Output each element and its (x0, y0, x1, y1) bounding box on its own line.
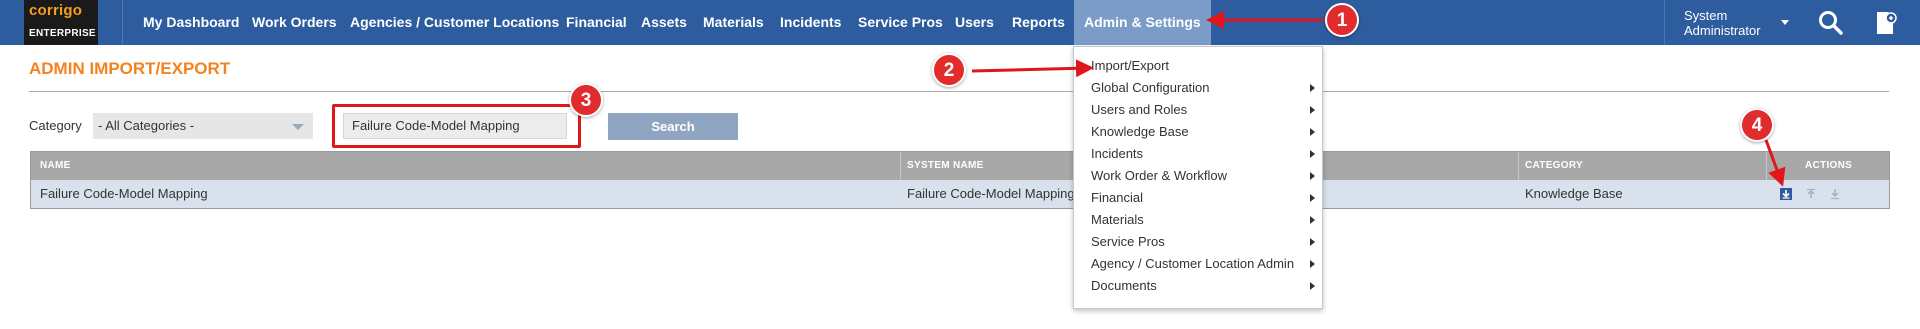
annotation-highlight-box (332, 104, 581, 148)
corrigo-logo[interactable]: corrigo ENTERPRISE (24, 0, 98, 45)
menu-item-label: Service Pros (1091, 234, 1165, 249)
menu-item-label: Global Configuration (1091, 80, 1210, 95)
chevron-right-icon (1310, 172, 1315, 180)
chevron-right-icon (1310, 150, 1315, 158)
nav-admin-settings[interactable]: Admin & Settings (1074, 0, 1211, 45)
category-select-value: - All Categories - (98, 118, 195, 133)
menu-item-label: Financial (1091, 190, 1144, 205)
menu-item-label: Documents (1091, 278, 1157, 293)
download-icon[interactable] (1829, 188, 1841, 200)
category-select[interactable]: - All Categories - (93, 113, 313, 139)
header-system-name[interactable]: SYSTEM NAME (907, 152, 984, 180)
column-divider (1518, 152, 1519, 180)
nav-financial[interactable]: Financial (566, 0, 627, 45)
chevron-right-icon (1310, 216, 1315, 224)
import-icon[interactable] (1780, 188, 1792, 200)
menu-item-work-order-workflow[interactable]: Work Order & Workflow (1074, 165, 1322, 187)
menu-item-users-and-roles[interactable]: Users and Roles (1074, 99, 1322, 121)
chevron-right-icon (1310, 84, 1315, 92)
column-divider (900, 152, 901, 180)
menu-item-label: Import/Export (1091, 58, 1170, 73)
menu-item-documents[interactable]: Documents (1074, 275, 1322, 297)
menu-item-import-export[interactable]: Import/Export (1074, 55, 1322, 77)
chevron-down-icon (292, 124, 304, 130)
chevron-right-icon (1310, 260, 1315, 268)
nav-incidents[interactable]: Incidents (780, 0, 841, 45)
nav-agencies-customer-locations[interactable]: Agencies / Customer Locations (350, 0, 559, 45)
header-name[interactable]: NAME (40, 152, 71, 180)
menu-item-label: Materials (1091, 212, 1144, 227)
nav-users[interactable]: Users (955, 0, 994, 45)
menu-item-incidents[interactable]: Incidents (1074, 143, 1322, 165)
page-root: corrigo ENTERPRISE My Dashboard Work Ord… (0, 0, 1920, 329)
menu-item-financial[interactable]: Financial (1074, 187, 1322, 209)
search-button[interactable]: Search (608, 113, 738, 140)
menu-item-agency-customer-location-admin[interactable]: Agency / Customer Location Admin (1074, 253, 1322, 275)
column-divider (1766, 152, 1767, 180)
admin-settings-menu: Import/Export Global Configuration Users… (1073, 46, 1323, 309)
cell-system-name: Failure Code-Model Mapping (907, 186, 1075, 201)
menu-item-label: Users and Roles (1091, 102, 1188, 117)
search-icon[interactable] (1818, 10, 1844, 36)
chevron-right-icon (1310, 238, 1315, 246)
annotation-arrow-2 (971, 59, 1094, 78)
header-actions: ACTIONS (1805, 160, 1853, 171)
chevron-right-icon (1310, 194, 1315, 202)
chevron-right-icon (1310, 106, 1315, 114)
nav-divider (122, 0, 123, 45)
nav-service-pros[interactable]: Service Pros (858, 0, 943, 45)
annotation-badge-3: 3 (569, 83, 603, 117)
chevron-right-icon (1310, 282, 1315, 290)
page-title: ADMIN IMPORT/EXPORT (29, 59, 231, 78)
user-chevron-icon[interactable] (1781, 20, 1789, 25)
nav-work-orders[interactable]: Work Orders (252, 0, 337, 45)
menu-item-service-pros[interactable]: Service Pros (1074, 231, 1322, 253)
table-row[interactable]: Failure Code-Model Mapping Failure Code-… (31, 180, 1889, 208)
cell-category: Knowledge Base (1525, 186, 1623, 201)
category-label: Category (29, 118, 82, 133)
menu-item-label: Work Order & Workflow (1091, 168, 1228, 183)
nav-assets[interactable]: Assets (641, 0, 687, 45)
menu-item-label: Incidents (1091, 146, 1144, 161)
annotation-badge-4: 4 (1740, 108, 1774, 142)
logo-wordmark: corrigo (29, 2, 83, 19)
document-icon[interactable] (1872, 10, 1898, 36)
menu-item-label: Knowledge Base (1091, 124, 1189, 139)
chevron-right-icon (1310, 128, 1315, 136)
nav-reports[interactable]: Reports (1012, 0, 1065, 45)
menu-item-materials[interactable]: Materials (1074, 209, 1322, 231)
results-table: NAME SYSTEM NAME CATEGORY ACTIONS Failur… (30, 151, 1890, 209)
menu-item-knowledge-base[interactable]: Knowledge Base (1074, 121, 1322, 143)
header-category[interactable]: CATEGORY (1525, 152, 1583, 180)
annotation-badge-2: 2 (932, 53, 966, 87)
menu-item-global-configuration[interactable]: Global Configuration (1074, 77, 1322, 99)
user-divider (1664, 0, 1665, 45)
menu-item-label: Agency / Customer Location Admin (1091, 256, 1295, 271)
nav-materials[interactable]: Materials (703, 0, 764, 45)
annotation-badge-1: 1 (1325, 3, 1359, 37)
top-navigation-bar: corrigo ENTERPRISE My Dashboard Work Ord… (0, 0, 1920, 45)
cell-name: Failure Code-Model Mapping (40, 186, 208, 201)
title-divider (29, 91, 1889, 92)
upload-icon[interactable] (1805, 188, 1817, 200)
nav-my-dashboard[interactable]: My Dashboard (143, 0, 239, 45)
table-header: NAME SYSTEM NAME CATEGORY ACTIONS (31, 152, 1889, 180)
logo-subtitle: ENTERPRISE (29, 28, 96, 39)
